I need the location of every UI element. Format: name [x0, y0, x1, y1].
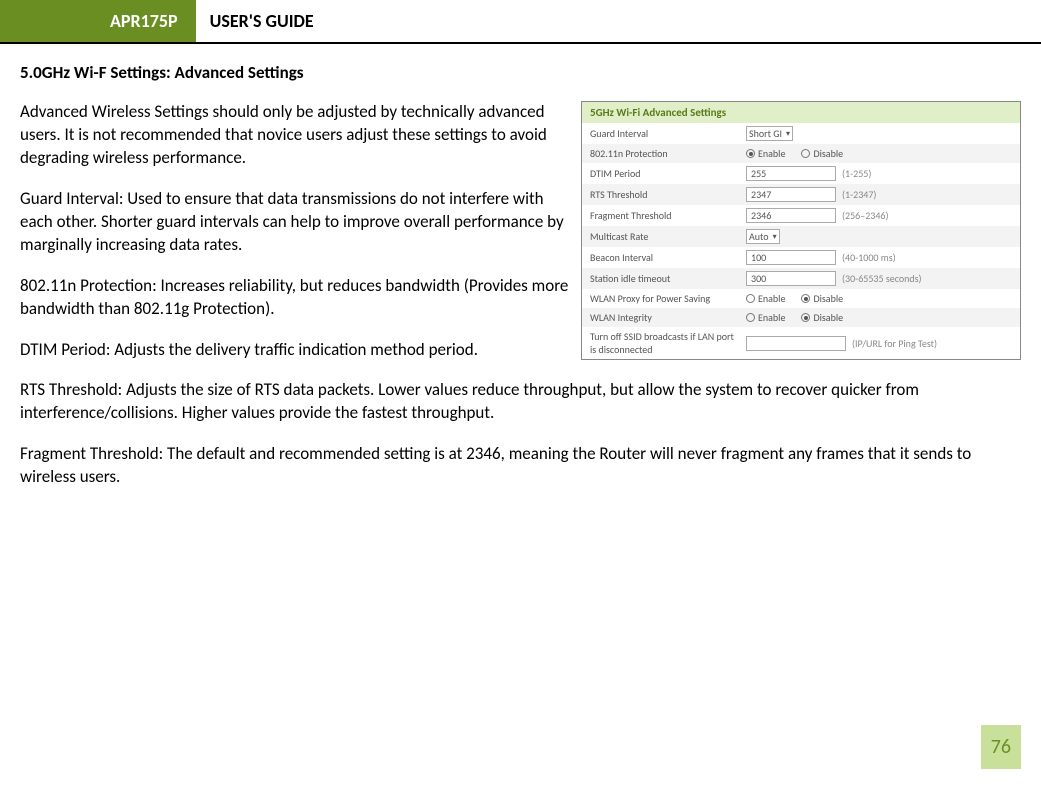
select-multicast[interactable]: Auto [746, 229, 780, 244]
select-guard-interval[interactable]: Short GI [746, 126, 793, 141]
label-beacon: Beacon Interval [590, 251, 740, 264]
label-rts: RTS Threshold [590, 188, 740, 201]
label-protection: 802.11n Protection [590, 147, 740, 160]
radio-label: Disable [813, 311, 843, 324]
label-multicast: Multicast Rate [590, 230, 740, 243]
hint-turnoff: (IP/URL for Ping Test) [852, 337, 937, 350]
row-wlan-proxy: WLAN Proxy for Power Saving Enable Disab… [582, 289, 1020, 308]
settings-panel: 5GHz Wi-Fi Advanced Settings Guard Inter… [581, 101, 1021, 360]
hint-dtim: (1-255) [842, 167, 871, 180]
row-wlan-integrity: WLAN Integrity Enable Disable [582, 308, 1020, 327]
radio-label: Enable [758, 147, 785, 160]
radio-integrity-disable[interactable]: Disable [801, 311, 843, 324]
label-dtim: DTIM Period [590, 167, 740, 180]
radio-proxy-enable[interactable]: Enable [746, 292, 785, 305]
row-guard-interval: Guard Interval Short GI [582, 123, 1020, 144]
row-multicast: Multicast Rate Auto [582, 226, 1020, 247]
label-guard-interval: Guard Interval [590, 127, 740, 140]
radio-label: Enable [758, 292, 785, 305]
section-title: 5.0GHz Wi-F Settings: Advanced Settings [20, 62, 1021, 83]
panel-title: 5GHz Wi-Fi Advanced Settings [582, 102, 1020, 123]
input-turnoff[interactable] [746, 336, 846, 351]
radio-protection-disable[interactable]: Disable [801, 147, 843, 160]
label-turnoff: Turn off SSID broadcasts if LAN port is … [590, 330, 740, 356]
input-fragment[interactable]: 2346 [746, 208, 836, 223]
label-fragment: Fragment Threshold [590, 209, 740, 222]
label-station: Station idle timeout [590, 272, 740, 285]
hint-fragment: (256–2346) [842, 209, 889, 222]
header-bar: APR175P USER'S GUIDE [0, 0, 1041, 44]
row-protection: 802.11n Protection Enable Disable [582, 144, 1020, 163]
hint-beacon: (40-1000 ms) [842, 251, 896, 264]
radio-protection-enable[interactable]: Enable [746, 147, 785, 160]
label-wlan-proxy: WLAN Proxy for Power Saving [590, 292, 740, 305]
radio-integrity-enable[interactable]: Enable [746, 311, 785, 324]
row-dtim: DTIM Period 255 (1-255) [582, 163, 1020, 184]
row-turnoff: Turn off SSID broadcasts if LAN port is … [582, 327, 1020, 359]
radio-label: Disable [813, 147, 843, 160]
hint-rts: (1-2347) [842, 188, 876, 201]
radio-proxy-disable[interactable]: Disable [801, 292, 843, 305]
paragraph: Fragment Threshold: The default and reco… [20, 443, 1021, 489]
radio-label: Enable [758, 311, 785, 324]
header-model: APR175P [0, 0, 196, 42]
input-rts[interactable]: 2347 [746, 187, 836, 202]
row-beacon: Beacon Interval 100 (40-1000 ms) [582, 247, 1020, 268]
input-dtim[interactable]: 255 [746, 166, 836, 181]
page-number: 76 [981, 725, 1021, 769]
header-guide: USER'S GUIDE [196, 0, 328, 42]
input-beacon[interactable]: 100 [746, 250, 836, 265]
row-station: Station idle timeout 300 (30-65535 secon… [582, 268, 1020, 289]
hint-station: (30-65535 seconds) [842, 272, 922, 285]
radio-label: Disable [813, 292, 843, 305]
row-rts: RTS Threshold 2347 (1-2347) [582, 184, 1020, 205]
paragraph: RTS Threshold: Adjusts the size of RTS d… [20, 379, 1021, 425]
label-wlan-integrity: WLAN Integrity [590, 311, 740, 324]
input-station[interactable]: 300 [746, 271, 836, 286]
row-fragment: Fragment Threshold 2346 (256–2346) [582, 205, 1020, 226]
